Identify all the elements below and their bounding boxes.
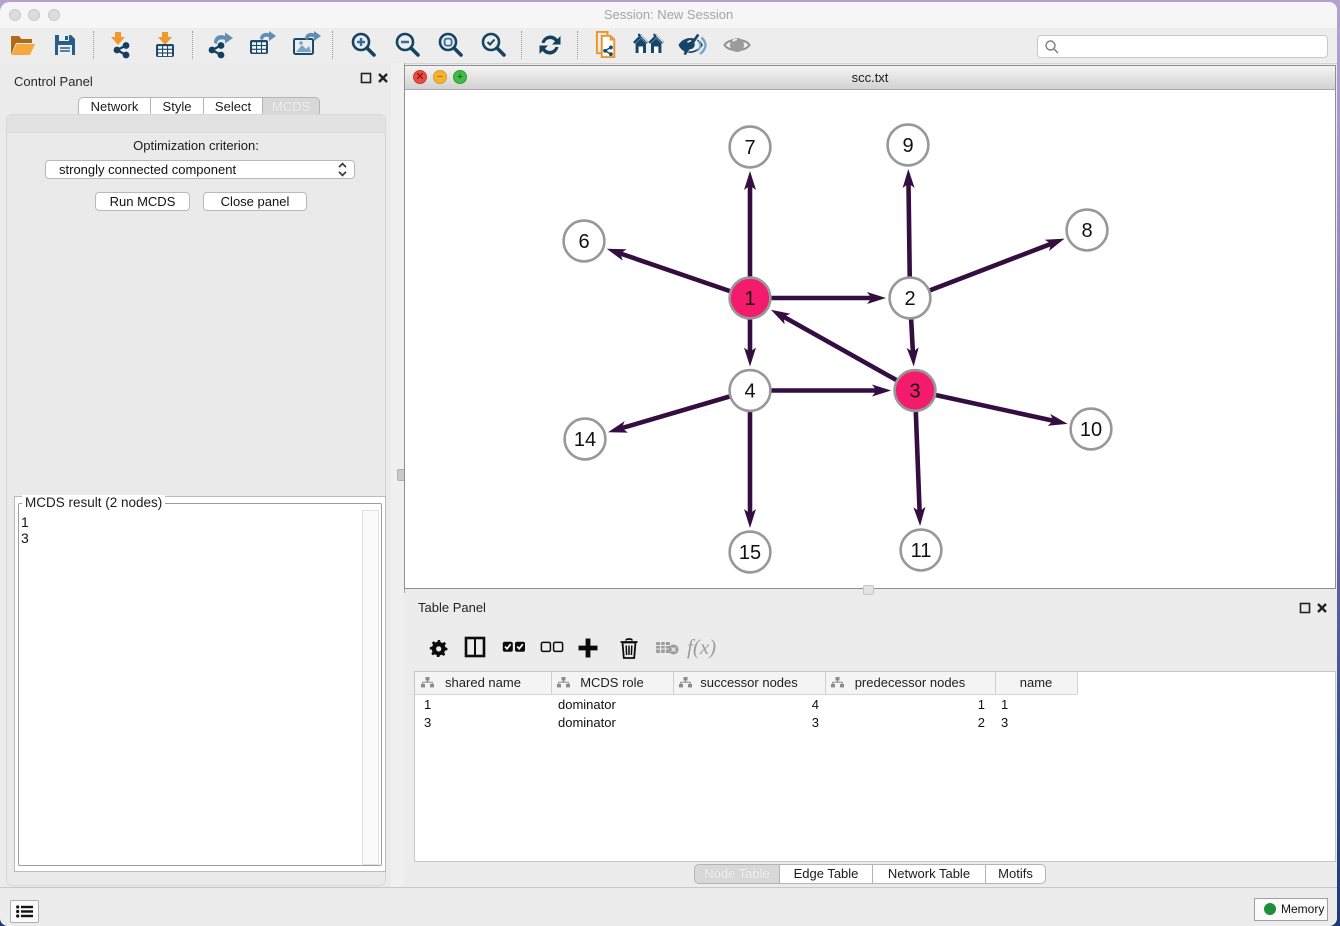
svg-text:10: 10 xyxy=(1080,419,1102,441)
svg-text:7: 7 xyxy=(744,137,755,159)
svg-text:11: 11 xyxy=(911,540,932,562)
svg-text:8: 8 xyxy=(1081,220,1092,242)
svg-text:9: 9 xyxy=(902,135,913,157)
svg-text:1: 1 xyxy=(744,288,755,310)
svg-text:3: 3 xyxy=(909,381,920,403)
svg-text:2: 2 xyxy=(904,288,915,310)
svg-text:4: 4 xyxy=(744,381,755,403)
svg-text:15: 15 xyxy=(739,542,761,564)
svg-text:6: 6 xyxy=(578,231,589,253)
svg-text:14: 14 xyxy=(574,429,596,451)
